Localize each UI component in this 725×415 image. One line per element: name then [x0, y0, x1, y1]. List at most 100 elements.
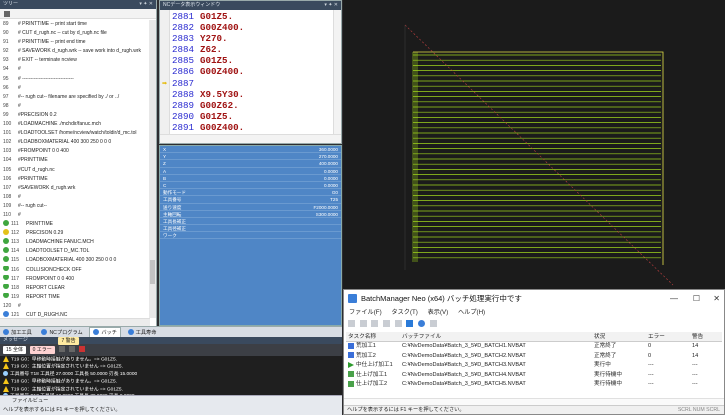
new-task-icon[interactable] [348, 320, 355, 327]
nc-code-controls[interactable]: ▾ ✦ ✕ [324, 1, 338, 10]
code-line[interactable]: 2881 G01Z5. [172, 11, 332, 22]
tree-row[interactable]: 100 #LOADMACHINE ./mchdir/fanuc.mch [0, 120, 150, 129]
tree-row[interactable]: 105 #CUT d_rugh.nc [0, 166, 150, 175]
code-line[interactable]: 2882 G00Z400. [172, 22, 332, 33]
tree-row[interactable]: 118 REPORT CLEAR [0, 283, 150, 293]
tree-row[interactable]: 119 REPORT TIME [0, 292, 150, 302]
col-warnings[interactable]: 警告 [692, 332, 722, 342]
code-line[interactable]: 2886 G00Z400. [172, 66, 332, 77]
tree-row[interactable]: 95 # ------------------------------- [0, 75, 150, 84]
up-icon[interactable] [383, 320, 391, 327]
tree-row[interactable]: 114 LOADTOOLSET D_MC.TOL [0, 247, 150, 256]
code-line[interactable]: 2891 G00Z400. [172, 122, 332, 133]
filter-error-chip[interactable]: 0 エラー [29, 346, 55, 354]
code-line[interactable]: 2887 [172, 78, 332, 89]
task-name: 中仕上げ加工1 [356, 362, 393, 368]
down-icon[interactable] [394, 320, 402, 327]
tree-row[interactable]: 107 #SAVEWORK d_rugh.wrk [0, 184, 150, 193]
code-line[interactable]: 2883 Y270. [172, 33, 332, 44]
tree-row[interactable]: 108 # [0, 193, 150, 202]
copy-icon[interactable] [59, 346, 66, 353]
tree-hscrollbar[interactable] [0, 318, 150, 326]
tree-row[interactable]: 109 #-- rugh cut-- [0, 202, 150, 211]
code-line[interactable]: 2885 G01Z5. [172, 55, 332, 66]
param-value: 0.0000 [323, 182, 338, 188]
col-errors[interactable]: エラー [648, 332, 690, 342]
task-table-hscrollbar[interactable] [344, 398, 724, 405]
tree-row[interactable]: 111 PRINTTIME [0, 220, 150, 229]
status-bar-left: ヘルプを表示するには F1 キーを押してください。 [0, 406, 342, 415]
info-icon[interactable] [418, 320, 426, 327]
code-line[interactable]: 2888 X9.5Y30. [172, 89, 332, 100]
minimize-button[interactable]: — [670, 290, 678, 307]
tree-row[interactable]: 99 #PRECISION 0.2 [0, 111, 150, 120]
tree-scroll-thumb[interactable] [150, 260, 155, 284]
tree-row[interactable]: 96 # [0, 84, 150, 93]
tab-batch[interactable]: バッチ [89, 327, 121, 337]
close-button[interactable]: ✕ [713, 290, 720, 307]
param-label: 工具径補正 [163, 226, 186, 232]
filter-all-chip[interactable]: 15 全体 [3, 346, 26, 354]
tree-row[interactable]: 120 # [0, 302, 150, 311]
tree-row[interactable]: 116 COLLISIONCHECK OFF [0, 265, 150, 275]
menu-task[interactable]: タスク(T) [391, 309, 417, 316]
file-view-tab[interactable]: ファイルビュー [0, 395, 342, 406]
clear-icon[interactable] [69, 346, 76, 353]
code-line[interactable]: 2884 Z62. [172, 44, 332, 55]
message-row[interactable]: T18 G0：早移動時接触がありません。=> G01Z5. [0, 378, 342, 385]
nc-code-hscrollbar[interactable] [160, 134, 341, 143]
run-icon[interactable] [406, 320, 414, 327]
tree-tool-icon[interactable] [4, 11, 10, 17]
message-row[interactable]: T19 G0：主軸位置が指定されていません => G01Z5. [0, 363, 342, 370]
tree-row[interactable]: 97 #-- rugh cut-- filename are specified … [0, 93, 150, 102]
message-row[interactable]: 工具番号 T18 工具径 27.0000 工具長 50.0000 刃長 15.0… [0, 371, 342, 378]
tree-row[interactable]: 115 LOADBOXMATERIAL 400 300 250 0 0 0 [0, 256, 150, 265]
task-row[interactable]: 荒加工2 C:¥NvDemoData¥Batch_3_5¥D_BATCH2.NVB… [346, 352, 722, 362]
tree-row[interactable]: 91 # PRINTTIME -- print end time [0, 38, 150, 47]
tree-row[interactable]: 98 # [0, 102, 150, 111]
col-status[interactable]: 状況 [594, 332, 646, 342]
tree-panel-controls[interactable]: ▾ ✦ ✕ [139, 0, 153, 9]
help-icon[interactable] [429, 320, 437, 327]
code-line[interactable]: 2890 G01Z5. [172, 111, 332, 122]
tree-row[interactable]: 90 # CUT d_rugh.nc -- cut by d_rugh.nc fi… [0, 29, 150, 38]
code-line[interactable]: 2889 G00Z62. [172, 100, 332, 111]
col-batch-file[interactable]: バッチファイル [402, 332, 594, 342]
task-row[interactable]: 中仕上げ加工1 C:¥NvDemoData¥Batch_3_5¥D_BATCH3.… [346, 361, 722, 371]
menu-help[interactable]: ヘルプ(H) [458, 309, 485, 316]
tree-row[interactable]: 103 #FROMPOINT 0 0 400 [0, 147, 150, 156]
maximize-button[interactable]: ☐ [693, 290, 700, 307]
delete-task-icon[interactable] [371, 320, 379, 327]
tree-row[interactable]: 112 PRECISON 0.29 [0, 229, 150, 238]
tree-row[interactable]: 113 LOADMACHINE FANUC.MCH [0, 238, 150, 247]
task-row[interactable]: 荒加工1 C:¥NvDemoData¥Batch_3_5¥D_BATCH1.NVB… [346, 342, 722, 352]
menu-view[interactable]: 表示(V) [428, 309, 449, 316]
tree-row-text: #PRECISION 0.2 [18, 111, 57, 118]
tree-row[interactable]: 106 #PRINTTIME [0, 175, 150, 184]
param-label: B [163, 175, 167, 181]
menu-file[interactable]: ファイル(F) [349, 309, 382, 316]
task-row[interactable]: 仕上げ加工1 C:¥NvDemoData¥Batch_3_5¥D_BATCH4.N… [346, 371, 722, 381]
tree-row[interactable]: 89 # PRINTTIME -- print start time [0, 20, 150, 29]
tree-list[interactable]: 89 # PRINTTIME -- print start time 90 # CUT… [0, 20, 150, 318]
tree-row[interactable]: 104 #PRINTTIME [0, 156, 150, 165]
tree-row[interactable]: 117 FROMPOINT 0 0 400 [0, 274, 150, 284]
tree-row[interactable]: 110 # [0, 211, 150, 220]
open-icon[interactable] [359, 320, 367, 327]
task-row[interactable]: 仕上げ加工2 C:¥NvDemoData¥Batch_3_5¥D_BATCH5.N… [346, 380, 722, 390]
tree-row[interactable]: 93 # EXIT -- terminate ncview [0, 56, 150, 65]
message-row[interactable]: T19 G0：主軸位置が指定されていません => G01Z5. [0, 385, 342, 393]
col-task-name[interactable]: タスク名称 [348, 332, 400, 342]
message-row[interactable]: T19 G0：早移動時接触がありません。=> G01Z5. [0, 356, 342, 363]
tree-scrollbar[interactable] [149, 20, 156, 318]
status-dot-icon [3, 265, 9, 272]
tree-row[interactable]: 92 # SAVEWORK d_rugh.wrk -- save work int… [0, 47, 150, 56]
nc-code-scrollbar[interactable] [333, 10, 341, 134]
tree-row[interactable]: 121 CUT D_RUGH.NC [0, 311, 150, 318]
tree-row[interactable]: 94 # [0, 65, 150, 74]
tree-row[interactable]: 101 #LOADTOOLSET /home/ncview/watch/toldi… [0, 129, 150, 138]
filter-warning-chip[interactable]: 7 警告 [58, 337, 79, 345]
tree-row[interactable]: 102 #LOADBOXMATERIAL 400 300 250 0 0 0 [0, 138, 150, 147]
delete-icon[interactable] [78, 346, 85, 353]
nc-code-lines[interactable]: 2881 G01Z5. 2882 G00Z400. 2883 Y270. 2884 Z62. 2… [172, 11, 332, 134]
